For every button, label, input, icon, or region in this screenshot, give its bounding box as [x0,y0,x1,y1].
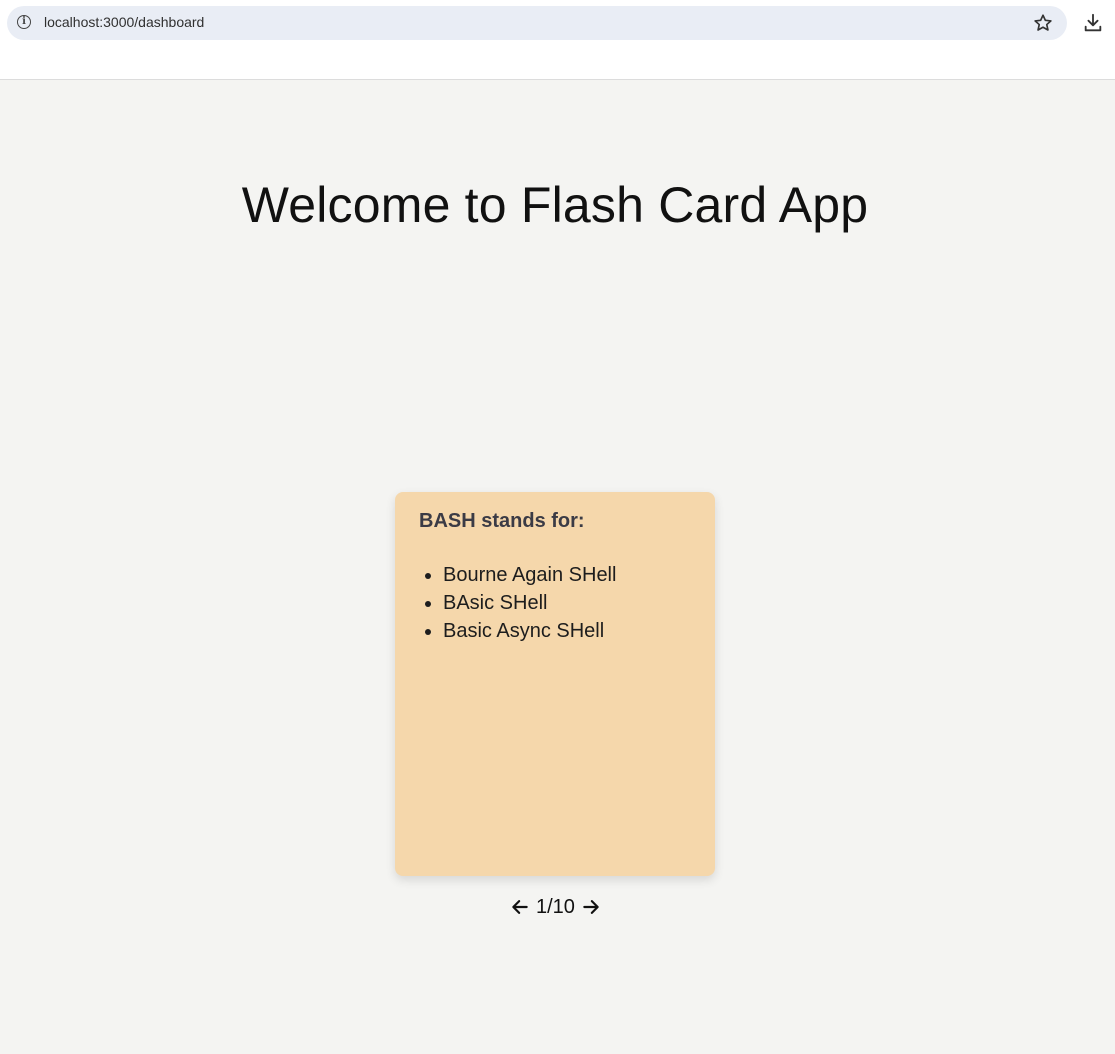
browser-toolbar: i localhost:3000/dashboard [0,0,1115,80]
star-icon[interactable] [1032,12,1054,34]
pager-count: 1/10 [536,895,575,918]
card-options-list: Bourne Again SHell BAsic SHell Basic Asy… [419,561,691,645]
arrow-right-icon[interactable] [581,897,601,917]
info-icon[interactable]: i [17,15,31,29]
card-pager: 1/10 [510,894,601,920]
card-option: Bourne Again SHell [443,561,691,589]
card-question: BASH stands for: [419,510,585,532]
flash-card[interactable]: BASH stands for: Bourne Again SHell BAsi… [395,492,715,876]
arrow-left-icon[interactable] [510,897,530,917]
card-option: BAsic SHell [443,589,691,617]
card-option: Basic Async SHell [443,617,691,645]
address-bar[interactable]: i localhost:3000/dashboard [7,6,1067,40]
download-icon[interactable] [1082,12,1104,34]
page-title: Welcome to Flash Card App [241,177,869,233]
url-text[interactable]: localhost:3000/dashboard [44,14,204,30]
